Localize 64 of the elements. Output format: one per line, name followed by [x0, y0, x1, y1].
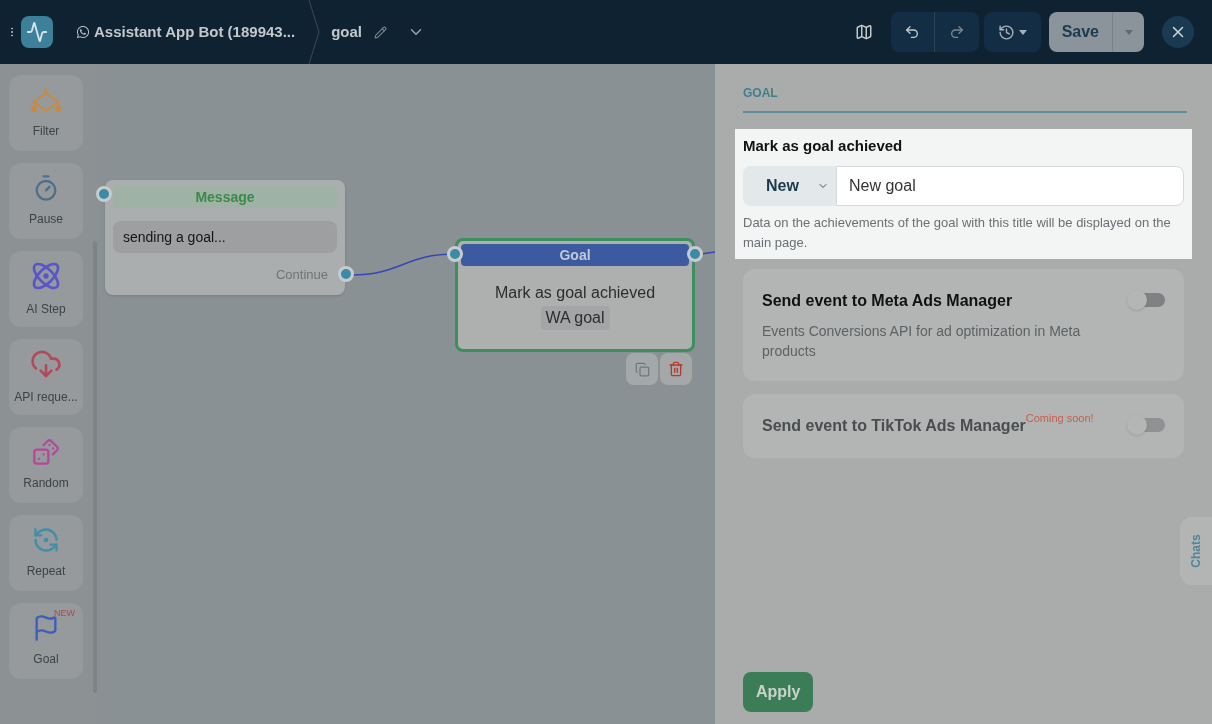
- tool-label: Pause: [29, 211, 63, 228]
- cloud-icon: [30, 348, 62, 380]
- message-text: sending a goal...: [123, 227, 226, 247]
- tool-tile[interactable]: Random: [9, 427, 83, 503]
- tool-tile[interactable]: API reque...: [9, 339, 83, 415]
- tool-tile[interactable]: AI Step: [9, 251, 83, 327]
- pencil-icon: [374, 25, 387, 39]
- tool-tile[interactable]: NEW Goal: [9, 603, 83, 679]
- dice-icon: [32, 438, 60, 466]
- goal-type-select[interactable]: New: [743, 165, 836, 206]
- node-title: Goal: [559, 245, 591, 265]
- goal-tag: WA goal: [540, 306, 610, 330]
- breadcrumb-separator-icon: [307, 0, 322, 64]
- tool-label: Random: [23, 475, 69, 492]
- message-node[interactable]: Message sending a goal... Continue: [105, 180, 345, 295]
- connection-port[interactable]: [338, 266, 354, 282]
- flow-name: goal: [331, 21, 362, 42]
- coming-soon-label: Coming soon!: [1025, 410, 1094, 424]
- close-button[interactable]: [1162, 16, 1194, 48]
- rename-button[interactable]: [374, 25, 387, 39]
- tool-label: AI Step: [26, 301, 66, 318]
- copy-icon: [634, 361, 650, 377]
- connection-port[interactable]: [687, 246, 703, 262]
- tool-tile[interactable]: Filter: [9, 75, 83, 151]
- diamond-branch-icon: [28, 86, 64, 114]
- repeat-icon: [32, 526, 60, 554]
- integration-description: Events Conversions API for ad optimization in Meta products: [762, 321, 1082, 361]
- history-button[interactable]: [983, 12, 1041, 52]
- undo-icon: [904, 24, 921, 40]
- delete-button[interactable]: [660, 353, 692, 385]
- new-label: NEW: [54, 607, 75, 620]
- tool-label: Goal: [33, 651, 59, 668]
- caret-icon: [1018, 29, 1027, 35]
- history-icon: [997, 23, 1015, 41]
- integration-title: Send event to Meta Ads Manager: [762, 290, 1013, 311]
- field-label: Mark as goal achieved: [743, 136, 904, 156]
- redo-icon: [948, 24, 965, 40]
- goal-name-input[interactable]: New goal: [836, 165, 1184, 206]
- apply-button[interactable]: Apply: [743, 672, 814, 712]
- tool-label: Filter: [32, 123, 60, 140]
- chats-tab[interactable]: Chats: [1180, 517, 1212, 585]
- node-title: Message: [195, 187, 255, 207]
- trash-icon: [668, 361, 684, 377]
- bot-name[interactable]: Assistant App Bot (189943...: [94, 20, 296, 44]
- hint-text: Data on the achievements of the goal with this title will be displayed on the main page.: [743, 213, 1172, 252]
- tool-label: API reque...: [14, 389, 78, 406]
- pulse-icon: [26, 21, 48, 43]
- tool-tile[interactable]: Pause: [9, 163, 83, 239]
- port-label: Continue: [275, 266, 328, 284]
- goal-node[interactable]: Goal Mark as goal achieved WA goal: [455, 238, 695, 352]
- connection-port[interactable]: [447, 246, 463, 262]
- tool-tile[interactable]: Repeat: [9, 515, 83, 591]
- map-search-button[interactable]: [854, 23, 873, 41]
- integration-title: Send event to TikTok Ads Manager: [762, 416, 1026, 436]
- save-button[interactable]: Save: [1048, 12, 1113, 52]
- node-text: Mark as goal achieved: [494, 283, 656, 303]
- caret-icon: [1124, 29, 1133, 35]
- atom-icon: [30, 260, 62, 292]
- panel-tab[interactable]: GOAL: [743, 80, 1187, 113]
- map-icon: [854, 23, 873, 41]
- toggle-switch[interactable]: [1129, 292, 1165, 307]
- tool-label: Repeat: [26, 563, 66, 580]
- chat-bubble-icon: [76, 25, 90, 39]
- app-logo[interactable]: [21, 16, 53, 48]
